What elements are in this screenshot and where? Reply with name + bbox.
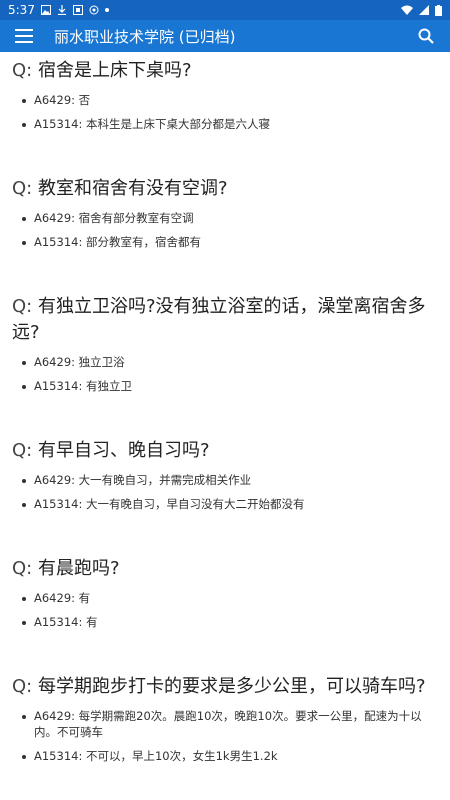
download-icon (57, 5, 66, 15)
question-text: 宿舍是上床下桌吗? (37, 60, 192, 81)
answer-item: A15314: 不可以，早上10次，女生1k男生1.2k (22, 748, 438, 764)
question-prefix: Q: (12, 440, 33, 461)
notification-icon (72, 5, 83, 15)
answer-text: 有 (85, 615, 98, 629)
answer-user: A15314: (34, 379, 83, 393)
answer-user: A15314: (34, 749, 83, 763)
question-heading: Q: 教室和宿舍有没有空调? (12, 170, 438, 202)
answer-text: 独立卫浴 (78, 355, 125, 369)
answer-text: 有独立卫 (85, 379, 132, 393)
answer-item: A6429: 有 (22, 590, 438, 606)
question-prefix: Q: (12, 178, 33, 199)
answer-user: A6429: (34, 473, 76, 487)
app-bar: 丽水职业技术学院 (已归档) (0, 20, 450, 52)
answer-user: A15314: (34, 235, 83, 249)
app-title: 丽水职业技术学院 (已归档) (54, 27, 236, 46)
question-prefix: Q: (12, 676, 33, 697)
answer-item: A6429: 大一有晚自习，并需完成相关作业 (22, 472, 438, 488)
qa-item: Q: 有晨跑吗? A6429: 有 A15314: 有 (12, 550, 438, 668)
answer-item: A15314: 有 (22, 614, 438, 630)
question-heading: Q: 有早自习、晚自习吗? (12, 432, 438, 464)
answer-user: A6429: (34, 355, 76, 369)
answer-item: A15314: 有独立卫 (22, 378, 438, 394)
answer-item: A6429: 每学期需跑20次。晨跑10次，晚跑10次。要求一公里，配速为十以内… (22, 708, 438, 740)
search-icon (418, 28, 434, 44)
signal-icon (419, 5, 429, 15)
question-text: 有独立卫浴吗?没有独立浴室的话，澡堂离宿舍多远? (12, 296, 426, 343)
image-icon (40, 5, 51, 15)
answer-item: A6429: 否 (22, 92, 438, 108)
answer-text: 有 (78, 591, 91, 605)
status-bar: 5:37 (0, 0, 450, 20)
question-prefix: Q: (12, 60, 33, 81)
question-text: 有晨跑吗? (37, 558, 120, 579)
answer-user: A6429: (34, 211, 76, 225)
question-text: 有早自习、晚自习吗? (37, 440, 210, 461)
answer-list: A6429: 宿舍有部分教室有空调 A15314: 部分教室有，宿舍都有 (12, 202, 438, 250)
answer-item: A15314: 大一有晚自习，早自习没有大二开始都没有 (22, 496, 438, 512)
answer-list: A6429: 否 A15314: 本科生是上床下桌大部分都是六人寝 (12, 84, 438, 132)
answer-text: 部分教室有，宿舍都有 (85, 235, 201, 249)
answer-text: 否 (78, 93, 91, 107)
answer-user: A6429: (34, 591, 76, 605)
answer-list: A6429: 有 A15314: 有 (12, 582, 438, 630)
answer-text: 大一有晚自习，早自习没有大二开始都没有 (85, 497, 305, 511)
menu-icon (15, 29, 33, 43)
qa-item: Q: 有独立卫浴吗?没有独立浴室的话，澡堂离宿舍多远? A6429: 独立卫浴 A1… (12, 288, 438, 432)
qa-item: Q: 每学期跑步打卡的要求是多少公里，可以骑车吗? A6429: 每学期需跑20次… (12, 668, 438, 780)
answer-user: A6429: (34, 93, 76, 107)
question-heading: Q: 宿舍是上床下桌吗? (12, 52, 438, 84)
answer-item: A6429: 独立卫浴 (22, 354, 438, 370)
question-heading: Q: 有独立卫浴吗?没有独立浴室的话，澡堂离宿舍多远? (12, 288, 438, 346)
answer-item: A15314: 部分教室有，宿舍都有 (22, 234, 438, 250)
answer-text: 每学期需跑20次。晨跑10次，晚跑10次。要求一公里，配速为十以内。不可骑车 (34, 709, 422, 739)
answer-text: 不可以，早上10次，女生1k男生1.2k (85, 749, 278, 763)
answer-item: A15314: 本科生是上床下桌大部分都是六人寝 (22, 116, 438, 132)
question-heading: Q: 每学期跑步打卡的要求是多少公里，可以骑车吗? (12, 668, 438, 700)
question-text: 每学期跑步打卡的要求是多少公里，可以骑车吗? (37, 676, 426, 697)
answer-text: 本科生是上床下桌大部分都是六人寝 (85, 117, 270, 131)
answer-list: A6429: 大一有晚自习，并需完成相关作业 A15314: 大一有晚自习，早自习… (12, 464, 438, 512)
app-icon (89, 5, 99, 15)
question-text: 教室和宿舍有没有空调? (37, 178, 228, 199)
status-time: 5:37 (8, 3, 35, 17)
answer-user: A15314: (34, 117, 83, 131)
status-left: 5:37 (8, 3, 109, 17)
answer-user: A15314: (34, 615, 83, 629)
question-prefix: Q: (12, 296, 33, 317)
wifi-icon (401, 5, 413, 15)
qa-item: Q: 有早自习、晚自习吗? A6429: 大一有晚自习，并需完成相关作业 A1531… (12, 432, 438, 550)
answer-text: 大一有晚自习，并需完成相关作业 (78, 473, 252, 487)
question-prefix: Q: (12, 558, 33, 579)
answer-list: A6429: 每学期需跑20次。晨跑10次，晚跑10次。要求一公里，配速为十以内… (12, 700, 438, 764)
answer-list: A6429: 独立卫浴 A15314: 有独立卫 (12, 346, 438, 394)
answer-user: A15314: (34, 497, 83, 511)
answer-item: A6429: 宿舍有部分教室有空调 (22, 210, 438, 226)
qa-item: Q: 教室和宿舍有没有空调? A6429: 宿舍有部分教室有空调 A15314: 部… (12, 170, 438, 288)
battery-icon (435, 4, 442, 16)
status-dot (104, 8, 109, 12)
menu-button[interactable] (12, 24, 36, 48)
question-heading: Q: 有晨跑吗? (12, 550, 438, 582)
search-button[interactable] (414, 24, 438, 48)
status-right (401, 4, 442, 16)
answer-user: A6429: (34, 709, 76, 723)
qa-list[interactable]: Q: 宿舍是上床下桌吗? A6429: 否 A15314: 本科生是上床下桌大部分都… (0, 52, 450, 800)
qa-item: Q: 宿舍是上床下桌吗? A6429: 否 A15314: 本科生是上床下桌大部分都… (12, 52, 438, 170)
answer-text: 宿舍有部分教室有空调 (78, 211, 194, 225)
